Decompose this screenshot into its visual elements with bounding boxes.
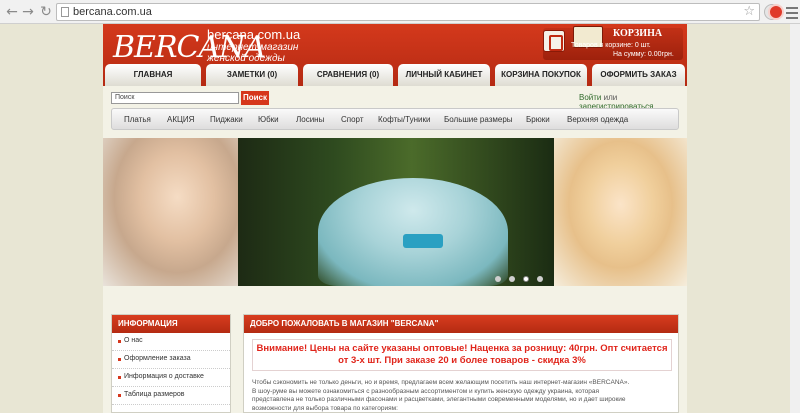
record-extension-icon[interactable] xyxy=(768,4,784,20)
address-bar[interactable]: bercana.com.ua ☆ xyxy=(56,3,760,21)
cart-count: Товаров в корзине: 0 шт. xyxy=(571,42,651,49)
category-trousers[interactable]: Брюки xyxy=(526,115,550,124)
price-notice: Внимание! Цены на сайте указаны оптовые!… xyxy=(252,339,672,371)
category-tops[interactable]: Кофты/Туники xyxy=(378,115,430,124)
forward-icon[interactable]: → xyxy=(20,4,36,20)
site-header: BERCANA bercana.com.ua интернет-магазин … xyxy=(103,24,687,86)
category-leggings[interactable]: Лосины xyxy=(296,115,324,124)
search-input[interactable]: Поиск xyxy=(111,92,239,104)
category-jackets[interactable]: Пиджаки xyxy=(210,115,243,124)
logo-domain: bercana.com.ua xyxy=(207,27,301,42)
logo-subtitle-1: интернет-магазин xyxy=(207,42,299,53)
notice-line-2: от 3-х шт. При заказе 20 и более товаров… xyxy=(338,355,586,366)
category-plus-size[interactable]: Большие размеры xyxy=(444,115,513,124)
category-outerwear[interactable]: Верхняя одежда xyxy=(567,115,628,124)
page-icon xyxy=(61,7,69,17)
phone-icon[interactable] xyxy=(543,30,565,52)
intro-line-2: В шоу-руме вы можете ознакомиться с разн… xyxy=(252,387,599,395)
slider-dot[interactable] xyxy=(495,276,501,282)
welcome-panel: ДОБРО ПОЖАЛОВАТЬ В МАГАЗИН "BERCANA" Вни… xyxy=(243,314,679,413)
menu-icon[interactable] xyxy=(786,4,798,20)
page-scrollbar[interactable] xyxy=(790,24,800,413)
browser-toolbar: ← → ↻ bercana.com.ua ☆ xyxy=(0,0,800,24)
notice-line-1: Внимание! Цены на сайте указаны оптовые!… xyxy=(256,343,668,354)
tab-home[interactable]: ГЛАВНАЯ xyxy=(105,64,201,86)
intro-line-4: возможности для выбора товара по категор… xyxy=(252,404,398,412)
tab-account[interactable]: ЛИЧНЫЙ КАБИНЕТ xyxy=(398,64,490,86)
slider-dot[interactable] xyxy=(509,276,515,282)
logo-subtitle-2: женской одежды xyxy=(207,53,285,64)
login-link[interactable]: Войти xyxy=(579,93,601,102)
sidebar-item-ordering[interactable]: Оформление заказа xyxy=(112,351,230,369)
main-tabs: ГЛАВНАЯ ЗАМЕТКИ (0) СРАВНЕНИЯ (0) ЛИЧНЫЙ… xyxy=(103,64,687,86)
sidebar-item-about[interactable]: О нас xyxy=(112,333,230,351)
cart-sum: На сумму: 0.00грн. xyxy=(613,51,674,58)
login-or: или xyxy=(603,93,618,102)
category-dresses[interactable]: Платья xyxy=(124,115,151,124)
cart-title[interactable]: КОРЗИНА xyxy=(613,28,662,39)
category-nav: Платья АКЦИЯ Пиджаки Юбки Лосины Спорт К… xyxy=(111,108,679,130)
intro-line-1: Чтобы сэкономить не только деньги, но и … xyxy=(252,379,630,386)
welcome-title: ДОБРО ПОЖАЛОВАТЬ В МАГАЗИН "BERCANA" xyxy=(244,315,678,333)
sidebar-title: ИНФОРМАЦИЯ xyxy=(112,315,230,333)
category-sale[interactable]: АКЦИЯ xyxy=(167,115,194,124)
dress-shape xyxy=(318,178,508,286)
tab-notes[interactable]: ЗАМЕТКИ (0) xyxy=(206,64,298,86)
sidebar-item-delivery[interactable]: Информация о доставке xyxy=(112,369,230,387)
slider-dot-active[interactable] xyxy=(523,276,529,282)
banner-model-right-image xyxy=(554,138,687,286)
search-button[interactable]: Поиск xyxy=(241,91,269,105)
tab-compare[interactable]: СРАВНЕНИЯ (0) xyxy=(303,64,393,86)
reload-icon[interactable]: ↻ xyxy=(38,4,54,20)
site-container: BERCANA bercana.com.ua интернет-магазин … xyxy=(103,24,687,413)
address-text: bercana.com.ua xyxy=(73,6,152,18)
intro-line-3: представлена не только различными фасона… xyxy=(252,396,626,403)
tab-checkout[interactable]: ОФОРМИТЬ ЗАКАЗ xyxy=(592,64,685,86)
clutch-shape xyxy=(403,234,443,248)
logo-text[interactable]: bercana.com.ua интернет-магазин женской … xyxy=(207,27,301,65)
banner-model-left-image xyxy=(103,138,238,286)
sidebar-item-sizes[interactable]: Таблица размеров xyxy=(112,387,230,405)
tab-cart[interactable]: КОРЗИНА ПОКУПОК xyxy=(495,64,587,86)
intro-text: Чтобы сэкономить не только деньги, но и … xyxy=(252,379,672,413)
banner-dress-image xyxy=(238,138,554,286)
slider-dot[interactable] xyxy=(537,276,543,282)
info-sidebar: ИНФОРМАЦИЯ О нас Оформление заказа Инфор… xyxy=(111,314,231,413)
bookmark-star-icon[interactable]: ☆ xyxy=(743,4,755,19)
banner-slider[interactable] xyxy=(103,138,687,286)
back-icon[interactable]: ← xyxy=(4,4,20,20)
category-sport[interactable]: Спорт xyxy=(341,115,364,124)
category-skirts[interactable]: Юбки xyxy=(258,115,279,124)
